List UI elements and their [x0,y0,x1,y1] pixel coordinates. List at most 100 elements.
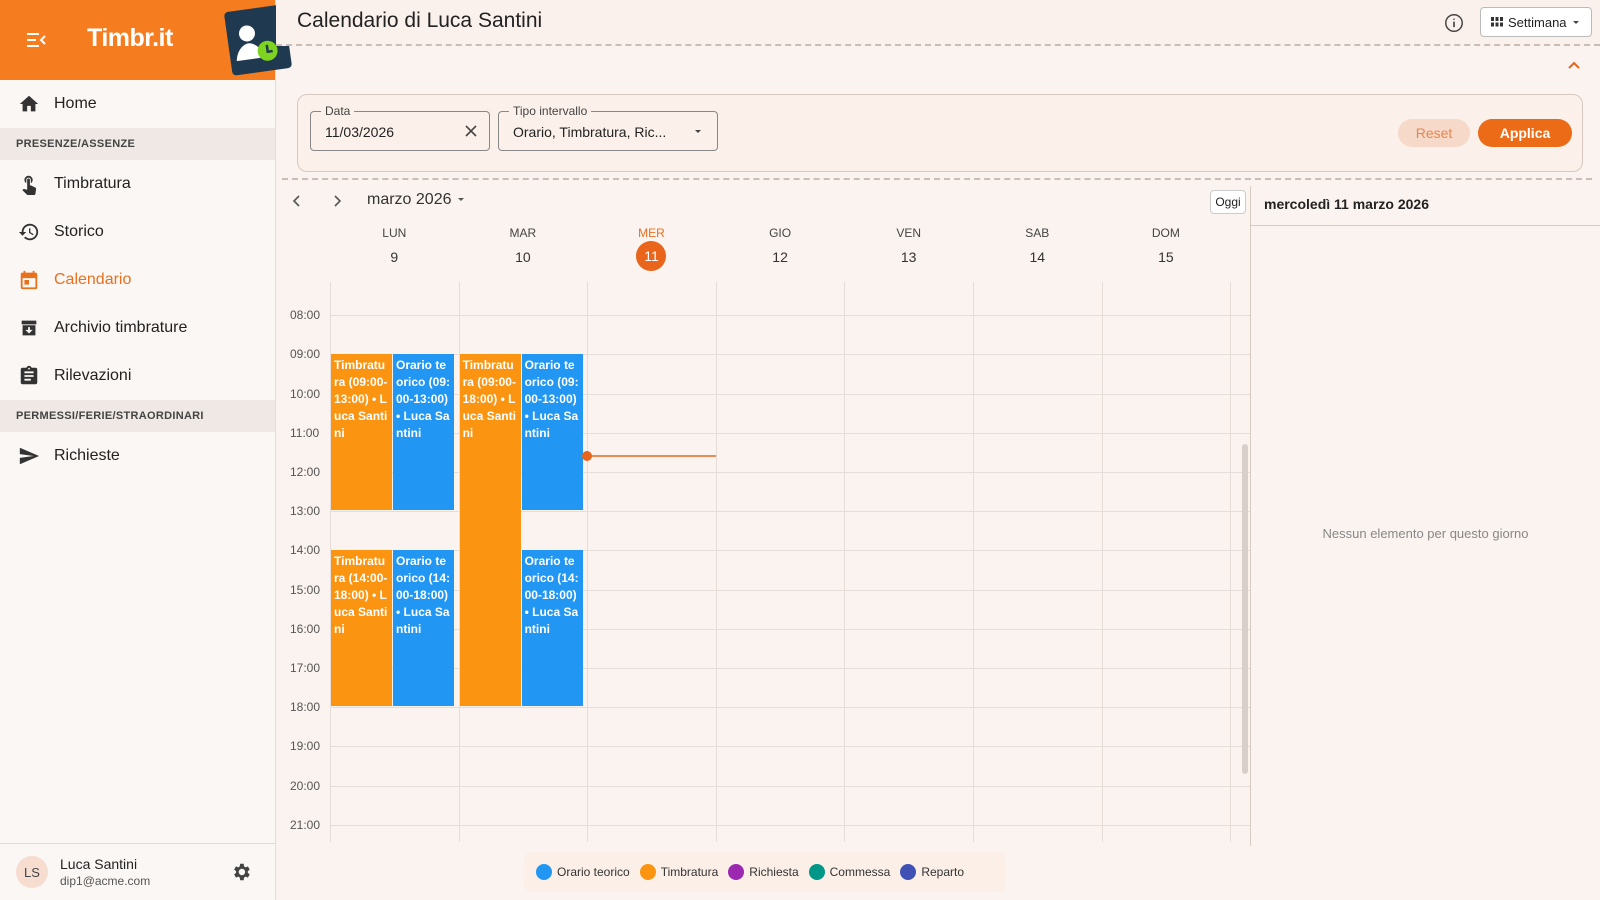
calendar-event[interactable]: Timbratura (14:00-18:00) • Luca Santini [331,550,392,707]
day-header[interactable]: LUN 9 [330,226,459,265]
day-name: MER [638,226,665,240]
clear-icon[interactable] [465,125,477,137]
calendar-event[interactable]: Timbratura (09:00-13:00) • Luca Santini [331,354,392,511]
top-header: Calendario di Luca Santini Settimana [276,0,1600,46]
day-header[interactable]: DOM 15 [1102,226,1231,265]
today-button[interactable]: Oggi [1210,190,1246,214]
gear-icon[interactable] [230,861,252,883]
event-label: Orario teorico (14:00-18:00) • Luca Sant… [524,554,579,637]
calendar-toolbar: marzo 2026 Oggi [282,186,1250,216]
chevron-left-icon[interactable] [290,194,304,208]
date-field[interactable]: Data 11/03/2026 [310,104,490,151]
calendar-icon [18,269,40,291]
hour-label: 13:00 [290,504,321,519]
date-field-label: Data [321,104,355,118]
month-selector[interactable]: marzo 2026 [367,191,466,209]
event-label: Orario teorico (09:00-13:00) • Luca Sant… [524,358,579,441]
hour-gridline [330,785,1250,787]
week-days-header: LUN 9 MAR 10 MER 11 GIO 12 VEN 13 SAB 14 DOM 15 [331,226,1250,282]
hour-label: 07:00 [290,282,320,283]
interval-type-label: Tipo intervallo [509,104,592,118]
calendar-event[interactable]: Orario teorico (14:00-18:00) • Luca Sant… [393,550,454,707]
day-name: SAB [1025,226,1050,240]
hour-label: 15:00 [290,582,321,597]
divider [282,178,1592,180]
clipboard-icon [18,365,40,387]
current-time-dot [582,451,593,462]
hour-gridline [330,315,1250,317]
info-icon[interactable] [1443,12,1465,34]
send-icon [18,445,40,467]
legend-item: Timbratura [639,864,718,880]
hour-label: 18:00 [290,700,321,715]
touch-icon [18,173,40,195]
event-label: Orario teorico (14:00-18:00) • Luca Sant… [396,554,451,637]
day-name: LUN [382,226,407,240]
legend-dot [900,864,917,880]
hour-label: 19:00 [290,739,321,754]
day-number: 10 [515,249,531,265]
event-label: Timbratura (09:00-18:00) • Luca Santini [462,358,516,441]
scrollbar[interactable] [1242,444,1248,774]
chevron-right-icon[interactable] [330,194,344,208]
grid-view-icon [1491,17,1503,27]
nav-section-header: PERMESSI/FERIE/STRAORDINARI [0,400,275,432]
day-header[interactable]: SAB 14 [973,226,1102,265]
page-title: Calendario di Luca Santini [297,9,543,32]
view-select[interactable]: Settimana [1480,7,1592,37]
day-number: 15 [1158,249,1174,265]
day-header[interactable]: GIO 12 [716,226,845,265]
reset-button[interactable]: Reset [1398,119,1470,147]
hour-label: 17:00 [290,661,321,675]
chevron-down-icon [1572,21,1579,24]
week-grid[interactable]: 07:00 08:00 09:00 10:00 11:00 12:00 13:00 14:00… [282,282,1250,842]
day-number: 14 [1029,249,1046,265]
hour-label: 11:00 [290,425,320,440]
hour-label: 16:00 [290,621,321,636]
sidebar-item-richieste[interactable]: Richieste [0,432,275,480]
sidebar-item-rilevazioni[interactable]: Rilevazioni [0,352,275,400]
calendar-event[interactable]: Orario teorico (09:00-13:00) • Luca Sant… [521,354,583,511]
hour-label: 21:00 [290,817,321,832]
chevron-up-icon[interactable] [1566,58,1582,74]
hour-gridline [330,824,1250,826]
sidebar-item-storico[interactable]: Storico [0,208,275,256]
hour-label: 14:00 [290,543,321,558]
home-icon [18,93,40,115]
calendar-event[interactable]: Orario teorico (09:00-13:00) • Luca Sant… [393,354,454,511]
sidebar-item-label: Timbratura [54,175,131,192]
nav-section-header: PRESENZE/ASSENZE [0,128,275,160]
day-detail-panel: mercoledì 11 marzo 2026 Nessun elemento … [1250,186,1600,846]
calendar-event[interactable]: Timbratura (09:00-18:00) • Luca Santini [459,354,521,707]
menu-collapse-icon[interactable] [24,28,48,52]
day-header[interactable]: MAR 10 [459,226,588,265]
sidebar-item-calendario[interactable]: Calendario [0,256,275,304]
legend: Orario teorico Timbratura Richiesta Commess… [524,852,1006,892]
avatar[interactable]: LS [16,856,48,888]
sidebar-item-home[interactable]: Home [0,80,275,128]
legend-item: Reparto [900,864,964,880]
sidebar-item-timbratura[interactable]: Timbratura [0,160,275,208]
event-label: Timbratura (09:00-13:00) • Luca Santini [334,358,388,441]
month-label: marzo 2026 [367,191,452,208]
legend-item: Commessa [808,864,890,880]
day-column-divider [1230,282,1232,842]
sidebar-item-archivio-timbrature[interactable]: Archivio timbrature [0,304,275,352]
hour-gridline [330,707,1250,709]
event-label: Orario teorico (09:00-13:00) • Luca Sant… [396,358,451,441]
user-name: Luca Santini [60,856,138,872]
day-header[interactable]: VEN 13 [844,226,973,265]
brand-name: Timbr.it [87,24,173,52]
legend-label: Reparto [921,865,965,879]
apply-button[interactable]: Applica [1478,119,1572,147]
calendar-event[interactable]: Orario teorico (14:00-18:00) • Luca Sant… [521,550,583,707]
day-header[interactable]: MER 11 [587,226,716,271]
hour-label: 09:00 [290,347,321,362]
event-label: Timbratura (14:00-18:00) • Luca Santini [334,554,388,637]
date-field-value: 11/03/2026 [325,124,395,140]
interval-type-select[interactable]: Tipo intervallo Orario, Timbratura, Ric.… [498,104,718,151]
legend-dot [639,864,656,880]
day-number: 13 [900,249,917,265]
day-name: MAR [509,226,537,240]
day-column-divider [973,282,974,842]
